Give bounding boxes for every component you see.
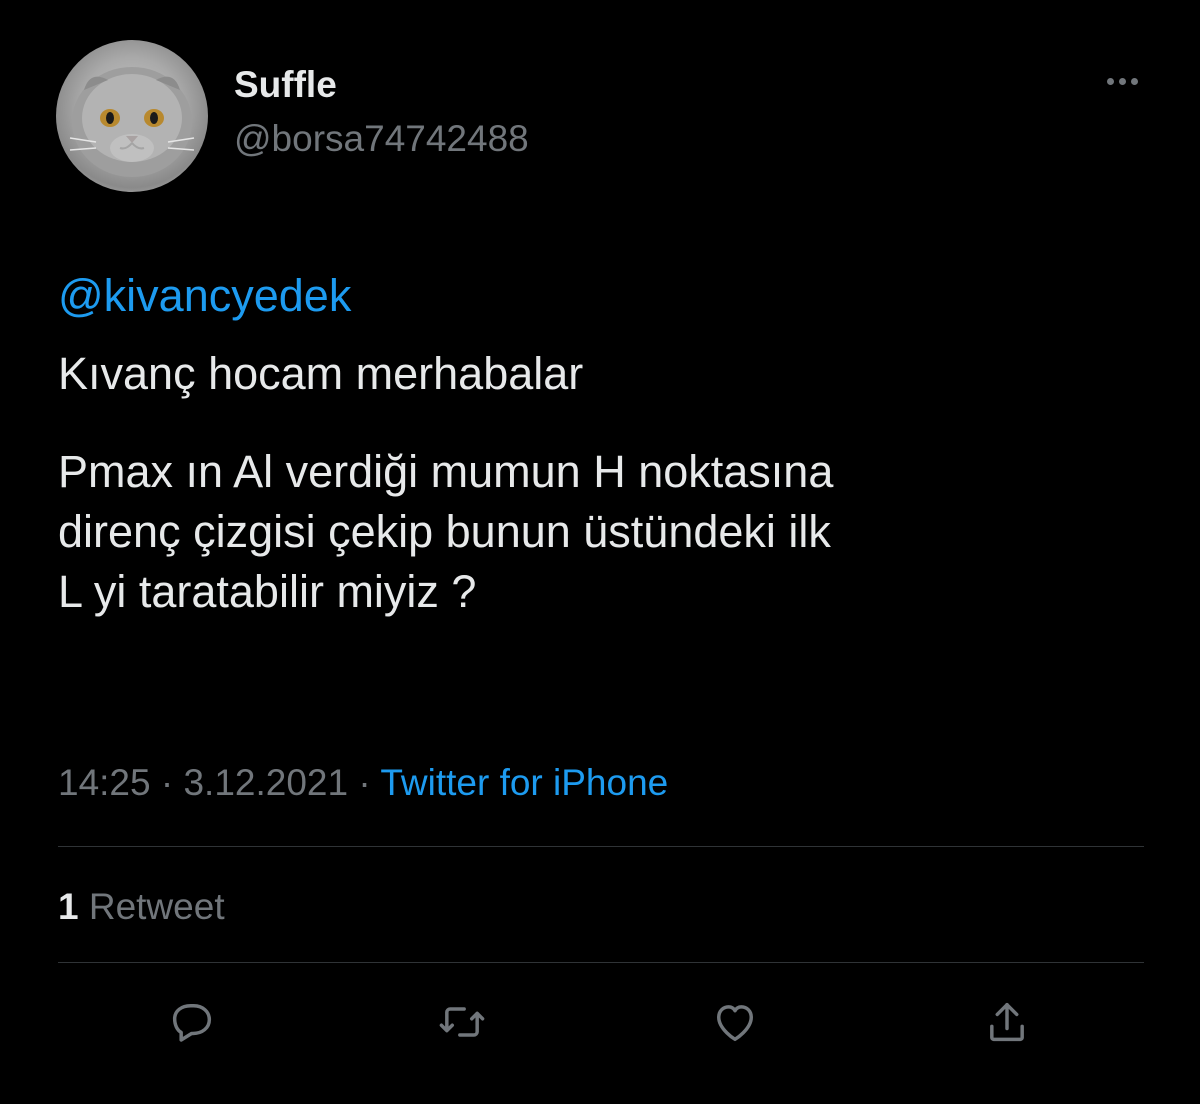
tweet-meta: 14:25 · 3.12.2021 · Twitter for iPhone — [58, 760, 668, 806]
heart-icon — [717, 1005, 753, 1042]
reply-icon — [172, 1004, 212, 1042]
tweet-header: Suffle @borsa74742488 — [56, 40, 1146, 192]
meta-separator: · — [160, 762, 174, 803]
retweet-icon — [439, 1007, 485, 1037]
avatar[interactable] — [56, 40, 208, 192]
user-handle[interactable]: @borsa74742488 — [234, 116, 529, 162]
share-icon — [990, 1002, 1024, 1042]
author-names: Suffle @borsa74742488 — [234, 62, 529, 162]
tweet-body: @kivancyedek Kıvanç hocam merhabalar Pma… — [58, 266, 1158, 622]
tweet-actions — [0, 990, 1200, 1060]
tweet-source-link[interactable]: Twitter for iPhone — [380, 762, 668, 803]
display-name[interactable]: Suffle — [234, 62, 529, 108]
share-button[interactable] — [975, 990, 1039, 1054]
retweet-count: 1 — [58, 886, 79, 927]
more-dot — [1106, 77, 1114, 85]
tweet-text-line1: Kıvanç hocam merhabalar — [58, 348, 584, 399]
reply-button[interactable] — [160, 990, 224, 1054]
retweet-label: Retweet — [88, 886, 225, 927]
tweet-stats[interactable]: 1 Retweet — [58, 884, 225, 930]
divider — [58, 962, 1144, 963]
meta-separator: · — [358, 762, 371, 803]
more-dot — [1118, 77, 1126, 85]
tweet-date[interactable]: 3.12.2021 — [183, 762, 348, 803]
more-dot — [1130, 77, 1138, 85]
divider — [58, 846, 1144, 847]
like-button[interactable] — [703, 990, 767, 1054]
cat-avatar-image — [69, 67, 195, 177]
tweet-text-paragraph: Pmax ın Al verdiği mumun H noktasına dir… — [58, 446, 834, 617]
tweet-time[interactable]: 14:25 — [58, 762, 151, 803]
mention-link[interactable]: @kivancyedek — [58, 266, 1158, 326]
more-options-button[interactable] — [1098, 66, 1146, 96]
retweet-button[interactable] — [430, 990, 494, 1054]
tweet: Suffle @borsa74742488 @kivancyedek Kıvan… — [0, 0, 1200, 1104]
